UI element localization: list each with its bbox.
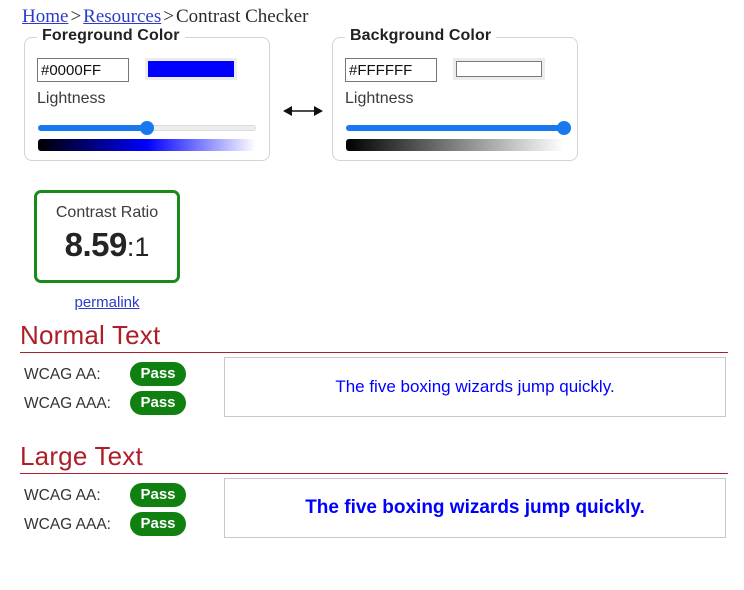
contrast-ratio-box: Contrast Ratio 8.59:1 xyxy=(34,190,180,283)
large-text-body: WCAG AA: Pass WCAG AAA: Pass The five bo… xyxy=(0,474,744,562)
criterion-row: WCAG AA: Pass xyxy=(24,483,214,512)
background-color-row xyxy=(345,58,565,84)
contrast-ratio-title: Contrast Ratio xyxy=(55,204,159,221)
breadcrumb: Home > Resources > Contrast Checker xyxy=(0,0,744,28)
background-color-panel: Background Color Lightness xyxy=(332,27,578,161)
permalink-link[interactable]: permalink xyxy=(74,294,139,311)
background-gradient-bar xyxy=(346,139,564,151)
foreground-slider-thumb[interactable] xyxy=(140,121,154,135)
large-wcag-aaa-label: WCAG AAA: xyxy=(24,516,111,533)
background-slider-thumb[interactable] xyxy=(557,121,571,135)
criterion-row: WCAG AAA: Pass xyxy=(24,512,214,541)
permalink-wrapper: permalink xyxy=(34,294,180,311)
normal-text-criteria: WCAG AA: Pass WCAG AAA: Pass xyxy=(24,362,214,420)
swap-colors-button[interactable] xyxy=(281,99,325,123)
large-text-heading: Large Text xyxy=(20,441,143,471)
background-color-swatch[interactable] xyxy=(453,58,545,80)
large-text-sample-box: The five boxing wizards jump quickly. xyxy=(224,478,726,538)
large-text-sample: The five boxing wizards jump quickly. xyxy=(305,497,645,518)
normal-text-section: Normal Text WCAG AA: Pass WCAG AAA: Pass… xyxy=(0,320,744,441)
large-wcag-aaa-badge: Pass xyxy=(130,512,186,536)
normal-text-heading: Normal Text xyxy=(20,320,161,350)
foreground-panel-legend: Foreground Color xyxy=(37,27,185,45)
normal-wcag-aaa-label: WCAG AAA: xyxy=(24,395,111,412)
large-text-section: Large Text WCAG AA: Pass WCAG AAA: Pass … xyxy=(0,441,744,562)
criterion-row: WCAG AAA: Pass xyxy=(24,391,214,420)
foreground-color-swatch[interactable] xyxy=(145,58,237,80)
background-lightness-slider[interactable] xyxy=(346,120,571,136)
foreground-color-row xyxy=(37,58,257,84)
normal-text-sample: The five boxing wizards jump quickly. xyxy=(335,377,615,396)
color-panels: Foreground Color Lightness Background Co… xyxy=(0,27,744,172)
foreground-lightness-slider[interactable] xyxy=(38,120,256,136)
contrast-ratio-number: 8.59 xyxy=(64,226,128,263)
normal-wcag-aa-label: WCAG AA: xyxy=(24,366,101,383)
background-hex-input[interactable] xyxy=(345,58,437,82)
normal-text-body: WCAG AA: Pass WCAG AAA: Pass The five bo… xyxy=(0,353,744,441)
normal-wcag-aa-badge: Pass xyxy=(130,362,186,386)
foreground-slider-fill xyxy=(38,125,147,131)
contrast-ratio-suffix: :1 xyxy=(126,232,150,262)
breadcrumb-current-page: Contrast Checker xyxy=(175,6,309,27)
breadcrumb-link-home[interactable]: Home xyxy=(22,6,68,27)
background-slider-fill xyxy=(346,125,564,131)
foreground-lightness-label: Lightness xyxy=(37,90,106,107)
breadcrumb-link-resources[interactable]: Resources xyxy=(83,6,161,27)
swap-horizontal-arrow-icon xyxy=(283,106,323,116)
foreground-color-panel: Foreground Color Lightness xyxy=(24,27,270,161)
foreground-gradient-bar xyxy=(38,139,256,151)
criterion-row: WCAG AA: Pass xyxy=(24,362,214,391)
large-wcag-aa-badge: Pass xyxy=(130,483,186,507)
contrast-ratio-section: Contrast Ratio 8.59:1 permalink xyxy=(0,190,744,320)
background-panel-legend: Background Color xyxy=(345,27,497,45)
large-text-criteria: WCAG AA: Pass WCAG AAA: Pass xyxy=(24,483,214,541)
large-wcag-aa-label: WCAG AA: xyxy=(24,487,101,504)
foreground-hex-input[interactable] xyxy=(37,58,129,82)
normal-wcag-aaa-badge: Pass xyxy=(130,391,186,415)
breadcrumb-separator-2: > xyxy=(163,6,174,27)
breadcrumb-separator-1: > xyxy=(70,6,82,27)
contrast-ratio-value: 8.59:1 xyxy=(37,225,177,272)
normal-text-sample-box: The five boxing wizards jump quickly. xyxy=(224,357,726,417)
background-lightness-label: Lightness xyxy=(345,90,414,107)
